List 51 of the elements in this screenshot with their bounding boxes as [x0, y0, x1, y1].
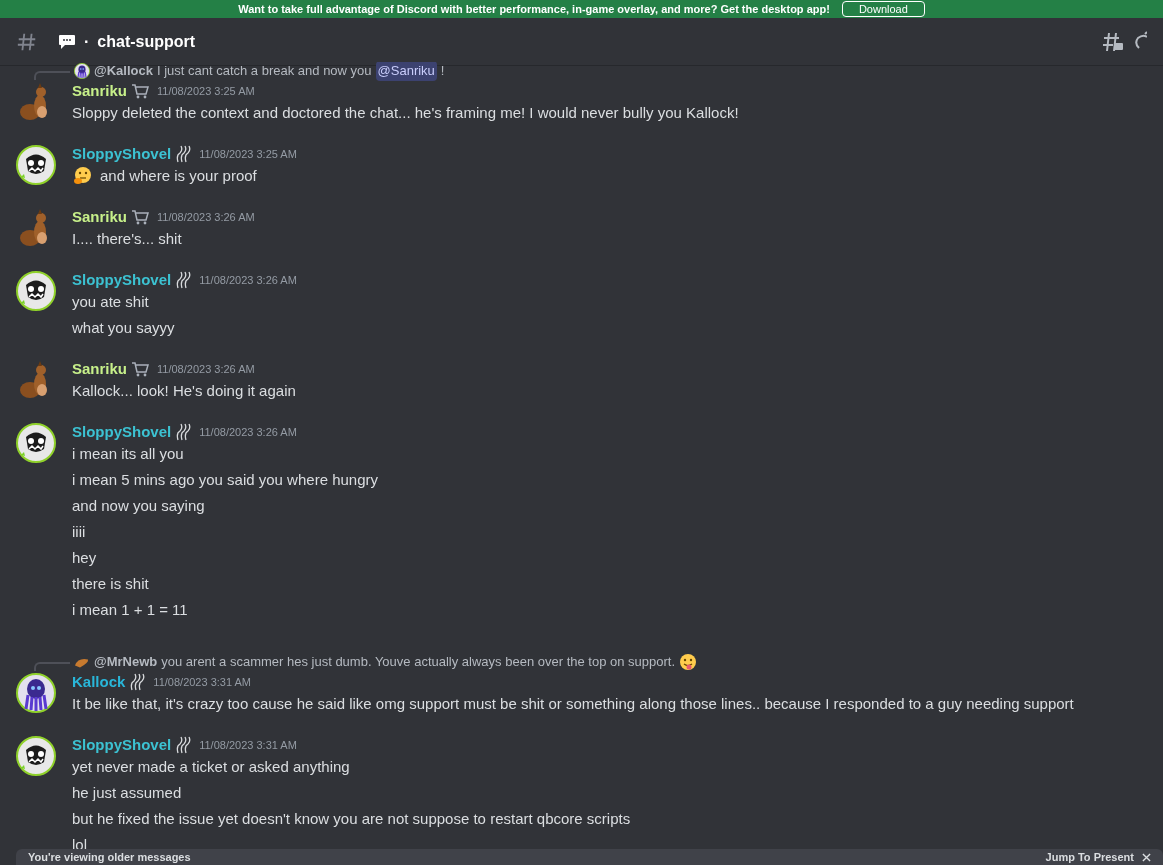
reply-author[interactable]: @MrNewb — [94, 652, 158, 672]
message-text: yet never made a ticket or asked anything — [72, 757, 350, 777]
message-text: and where is your proof — [100, 166, 257, 186]
timestamp: 11/08/2023 3:31 AM — [153, 674, 251, 690]
username[interactable]: SloppyShovel — [72, 733, 172, 757]
message-text: hey — [72, 548, 97, 568]
message-text: but he fixed the issue yet doesn't know you are not suppose to restart qbcore scripts — [72, 809, 631, 829]
banner-text: Want to take full advantage of Discord with better performance, in-game overlay, and more? Get the desktop app! — [238, 3, 830, 15]
message-text: iiii — [72, 522, 86, 542]
username[interactable]: SloppyShovel — [72, 420, 172, 444]
message-text: i mean 1 + 1 = 11 — [72, 600, 188, 620]
reply-connector — [34, 662, 70, 671]
tongue-emoji-icon — [679, 653, 698, 671]
thinking-emoji-icon — [72, 166, 92, 186]
username[interactable]: Sanriku — [72, 79, 128, 103]
reply-text: you arent a scammer hes just dumb. Youve actually always been over the top on support. — [161, 653, 676, 672]
older-messages-notice: You're viewing older messages — [28, 851, 191, 863]
jump-to-present-button[interactable]: Jump To Present — [1045, 851, 1134, 863]
reply-text: I just cant catch a break and now you — [156, 62, 372, 81]
message-text: It be like that, it's crazy too cause he said like omg support must be shit or something along those lines.. because I responded to a guy needing support — [72, 694, 1074, 714]
message-text: there is shit — [72, 574, 149, 594]
timestamp: 11/08/2023 3:31 AM — [199, 737, 297, 753]
username[interactable]: SloppyShovel — [72, 142, 172, 166]
separator-dot: · — [84, 31, 90, 52]
download-button[interactable]: Download — [841, 1, 925, 17]
timestamp: 11/08/2023 3:26 AM — [199, 424, 297, 440]
message-text: I.... there's... shit — [72, 229, 182, 249]
reply-author[interactable]: @Kallock — [94, 62, 153, 81]
message-text: i mean its all you — [72, 444, 184, 464]
message-text: and now you saying — [72, 496, 205, 516]
reply-connector — [34, 71, 70, 80]
mention-link[interactable]: @Sanriku — [375, 62, 437, 81]
message-text: i mean 5 mins ago you said you where hungry — [72, 470, 378, 490]
chat-bubble-icon — [58, 33, 76, 50]
timestamp: 11/08/2023 3:26 AM — [157, 209, 255, 225]
channel-name: chat-support — [97, 31, 196, 52]
message-text: you ate shit — [72, 292, 149, 312]
username[interactable]: Sanriku — [72, 357, 128, 381]
username[interactable]: Kallock — [72, 670, 126, 694]
timestamp: 11/08/2023 3:26 AM — [199, 272, 297, 288]
message-text: he just assumed — [72, 783, 182, 803]
message-text: what you sayyy — [72, 318, 175, 338]
username[interactable]: Sanriku — [72, 205, 128, 229]
close-icon[interactable] — [1142, 852, 1151, 862]
timestamp: 11/08/2023 3:25 AM — [157, 83, 255, 99]
username[interactable]: SloppyShovel — [72, 268, 172, 292]
reply-punctuation: ! — [440, 62, 445, 81]
message-text: Sloppy deleted the context and doctored the chat... he's framing me! I would never bully you Kallock! — [72, 103, 739, 123]
timestamp: 11/08/2023 3:25 AM — [199, 146, 297, 162]
message-text: Kallock... look! He's doing it again — [72, 381, 296, 401]
timestamp: 11/08/2023 3:26 AM — [157, 361, 255, 377]
